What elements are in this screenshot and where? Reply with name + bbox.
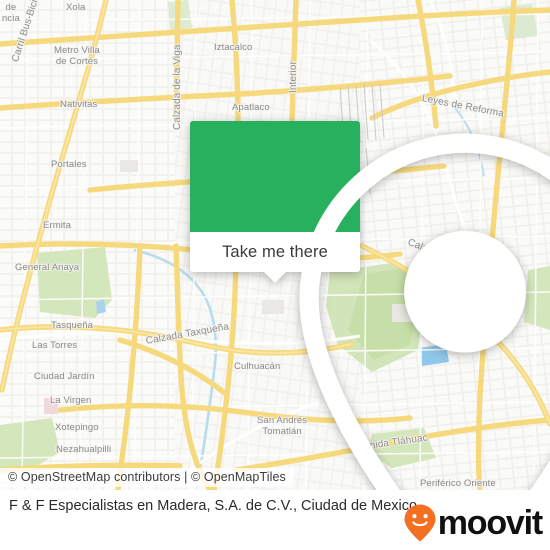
page-footer: F & F Especialistas en Madera, S.A. de C… [0, 490, 550, 550]
map-canvas[interactable]: de ncia Xola Iztacalco Metro Villa de Corté… [0, 0, 550, 490]
map-attribution[interactable]: © OpenStreetMap contributors | © OpenMap… [0, 468, 294, 487]
moovit-map-page: de ncia Xola Iztacalco Metro Villa de Corté… [0, 0, 550, 550]
location-popup-card[interactable]: Take me there [190, 121, 550, 490]
map-pin-icon [299, 133, 550, 490]
page-title: F & F Especialistas en Madera, S.A. de C… [9, 498, 418, 514]
moovit-smiley-pin-icon [404, 504, 436, 542]
moovit-wordmark: moovit [437, 504, 543, 542]
take-me-there-label: Take me there [222, 242, 328, 261]
popup-tail-pointer [264, 272, 286, 283]
popup-header [190, 121, 550, 490]
popup-footer[interactable]: Take me there [190, 232, 360, 283]
moovit-logo[interactable]: moovit [403, 503, 543, 543]
